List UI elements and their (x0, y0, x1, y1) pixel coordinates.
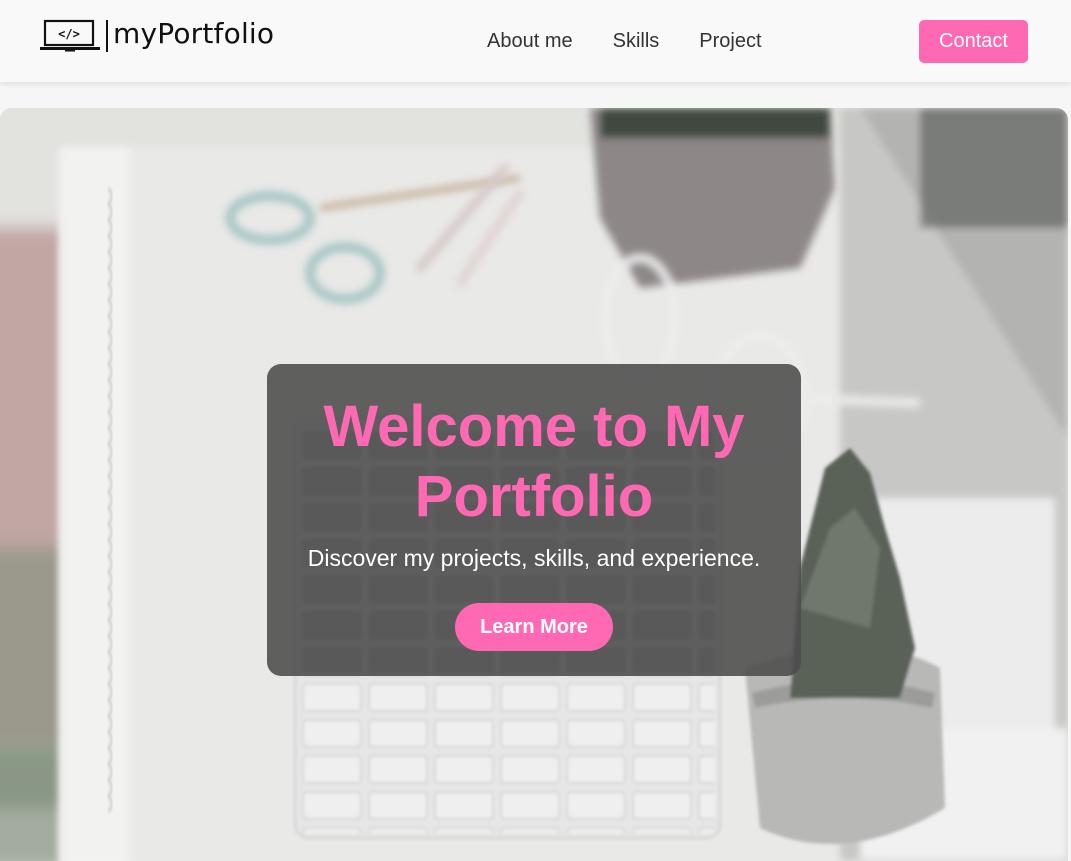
nav-links: About me Skills Project (487, 29, 762, 53)
nav-link-skills[interactable]: Skills (613, 29, 660, 53)
nav-link-about[interactable]: About me (487, 29, 573, 53)
contact-button[interactable]: Contact (919, 20, 1028, 63)
logo-divider (106, 20, 108, 52)
laptop-code-icon: </> (40, 19, 100, 52)
hero-subtitle: Discover my projects, skills, and experi… (307, 545, 761, 571)
logo-text: myPortfolio (113, 17, 275, 50)
hero-title: Welcome to My Portfolio (323, 394, 745, 529)
navbar: </> myPortfolio About me Skills Project … (0, 0, 1071, 82)
hero-card: Welcome to My Portfolio Discover my proj… (267, 364, 801, 676)
logo-link[interactable]: </> myPortfolio (39, 16, 274, 56)
nav-link-project[interactable]: Project (699, 29, 761, 53)
learn-more-button[interactable]: Learn More (455, 603, 613, 651)
hero-section: Welcome to My Portfolio Discover my proj… (0, 108, 1068, 861)
logo-icon-text: </> (58, 27, 80, 41)
